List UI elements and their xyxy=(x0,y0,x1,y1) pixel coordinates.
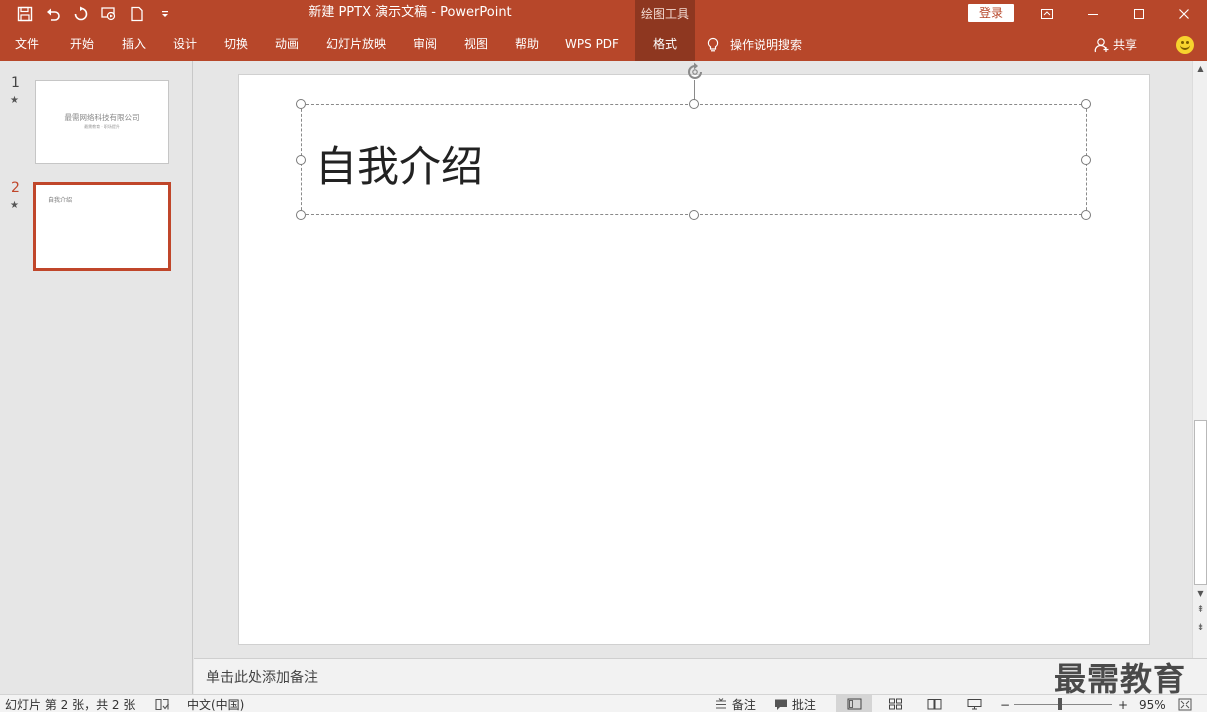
tab-insert[interactable]: 插入 xyxy=(112,28,156,61)
resize-handle-bottom[interactable] xyxy=(689,210,699,220)
notes-icon xyxy=(716,698,726,709)
present-from-start-icon[interactable] xyxy=(96,2,122,26)
notes-toggle-label: 备注 xyxy=(731,698,756,712)
drawing-tools-context-label: 绘图工具 xyxy=(635,0,695,28)
login-button[interactable]: 登录 xyxy=(968,4,1014,22)
thumbnail-1-title: 最需网络科技有限公司 xyxy=(64,113,140,122)
share-button[interactable]: 共享 xyxy=(1094,28,1137,61)
tell-me-search[interactable]: 操作说明搜索 xyxy=(706,28,802,61)
slide-sorter-view-icon[interactable] xyxy=(877,695,913,712)
comment-icon xyxy=(775,699,787,710)
spelling-check-icon[interactable] xyxy=(155,697,169,712)
previous-slide-icon[interactable]: ⇞ xyxy=(1194,603,1207,617)
tab-animations[interactable]: 动画 xyxy=(265,28,309,61)
slide-title-text[interactable]: 自我介绍 xyxy=(315,133,483,194)
next-slide-icon[interactable]: ⇟ xyxy=(1194,621,1207,635)
scroll-up-icon[interactable]: ▲ xyxy=(1194,63,1207,75)
zoom-slider[interactable] xyxy=(1014,704,1112,705)
tab-help[interactable]: 帮助 xyxy=(505,28,549,61)
ribbon-tabs: 文件 开始 插入 设计 切换 动画 幻灯片放映 审阅 视图 帮助 WPS PDF… xyxy=(0,28,1207,61)
maximize-icon[interactable] xyxy=(1116,0,1162,28)
slide-show-view-icon[interactable] xyxy=(956,695,992,712)
smiley-feedback-icon[interactable] xyxy=(1176,36,1194,54)
comments-toggle[interactable]: 批注 xyxy=(774,697,816,712)
fit-to-window-icon[interactable] xyxy=(1178,697,1192,712)
new-document-icon[interactable] xyxy=(124,2,150,26)
undo-icon[interactable] xyxy=(40,2,66,26)
status-bar: 幻灯片 第 2 张，共 2 张 中文(中国) 备注 批注 − + 95% xyxy=(0,694,1207,712)
tab-transitions[interactable]: 切换 xyxy=(214,28,258,61)
resize-handle-top-right[interactable] xyxy=(1081,99,1091,109)
reading-view-icon[interactable] xyxy=(916,695,952,712)
animation-star-icon: ★ xyxy=(10,95,19,106)
title-bar: 新建 PPTX 演示文稿 - PowerPoint 绘图工具 登录 xyxy=(0,0,1207,28)
thumbnail-number-1: 1 xyxy=(11,75,20,91)
normal-view-icon[interactable] xyxy=(836,695,872,712)
customize-qat-icon[interactable] xyxy=(152,2,178,26)
scroll-down-icon[interactable]: ▼ xyxy=(1194,588,1207,600)
zoom-level[interactable]: 95% xyxy=(1139,697,1166,712)
add-person-icon xyxy=(1094,37,1109,52)
scrollbar-thumb[interactable] xyxy=(1194,420,1207,585)
thumbnail-1-subtitle: 最需教育 · 职场提升 xyxy=(84,124,120,129)
resize-handle-left[interactable] xyxy=(296,155,306,165)
animation-star-icon: ★ xyxy=(10,200,19,211)
tell-me-label: 操作说明搜索 xyxy=(730,38,803,52)
thumbnail-number-2: 2 xyxy=(11,180,20,196)
lightbulb-icon xyxy=(707,37,719,51)
redo-icon[interactable] xyxy=(68,2,94,26)
rotate-handle-icon[interactable] xyxy=(684,61,706,83)
tab-format[interactable]: 格式 xyxy=(635,28,695,61)
language-indicator[interactable]: 中文(中国) xyxy=(187,697,244,712)
tab-home[interactable]: 开始 xyxy=(58,28,106,61)
tab-file[interactable]: 文件 xyxy=(4,28,50,61)
minimize-icon[interactable] xyxy=(1070,0,1116,28)
thumbnail-2-title: 自我介绍 xyxy=(48,197,73,204)
vertical-scrollbar[interactable]: ▲ ▼ ⇞ ⇟ xyxy=(1192,61,1207,658)
resize-handle-top[interactable] xyxy=(689,99,699,109)
resize-handle-bottom-left[interactable] xyxy=(296,210,306,220)
tab-slide-show[interactable]: 幻灯片放映 xyxy=(318,28,394,61)
tab-wps-pdf[interactable]: WPS PDF xyxy=(558,28,626,61)
resize-handle-top-left[interactable] xyxy=(296,99,306,109)
tab-review[interactable]: 审阅 xyxy=(403,28,447,61)
zoom-in-button[interactable]: + xyxy=(1118,697,1128,712)
resize-handle-right[interactable] xyxy=(1081,155,1091,165)
tab-view[interactable]: 视图 xyxy=(454,28,498,61)
zoom-out-button[interactable]: − xyxy=(1000,697,1010,712)
share-label: 共享 xyxy=(1113,38,1138,52)
tab-design[interactable]: 设计 xyxy=(163,28,207,61)
notes-placeholder[interactable]: 单击此处添加备注 xyxy=(206,667,318,687)
slide-counter: 幻灯片 第 2 张，共 2 张 xyxy=(5,698,136,712)
comments-toggle-label: 批注 xyxy=(791,698,816,712)
close-icon[interactable] xyxy=(1161,0,1207,28)
quick-access-toolbar xyxy=(12,2,178,26)
slide-thumbnail-2[interactable]: 自我介绍 xyxy=(33,182,171,271)
save-icon[interactable] xyxy=(12,2,38,26)
slide-thumbnail-1[interactable]: 最需网络科技有限公司 最需教育 · 职场提升 xyxy=(35,80,169,164)
notes-toggle[interactable]: 备注 xyxy=(714,697,756,712)
title-placeholder[interactable]: 自我介绍 xyxy=(301,104,1087,215)
resize-handle-bottom-right[interactable] xyxy=(1081,210,1091,220)
ribbon-display-options-icon[interactable] xyxy=(1024,0,1070,28)
zoom-slider-thumb[interactable] xyxy=(1058,698,1063,710)
